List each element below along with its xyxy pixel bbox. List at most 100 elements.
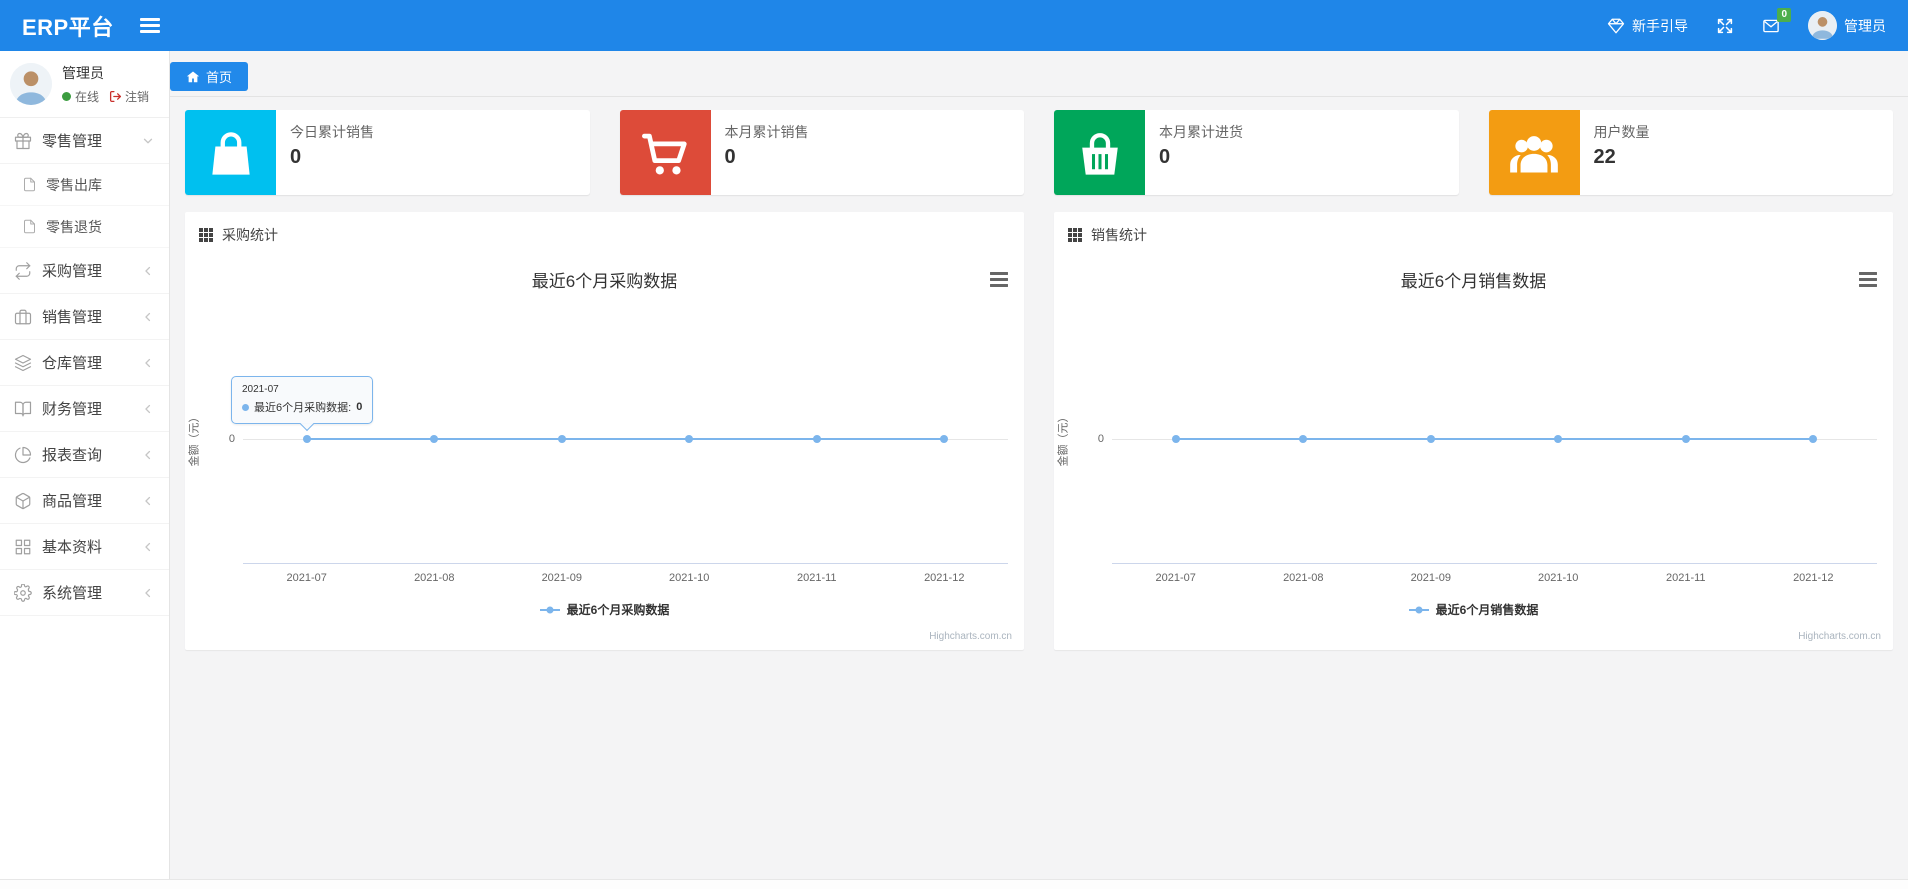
chart-panel-purchase: 采购统计 最近6个月采购数据 金额（元） 0 2021-07 2021-08 2021-09… (185, 212, 1024, 650)
th-grid-icon (1068, 228, 1082, 242)
sidebar-item-retail[interactable]: 零售管理 (0, 118, 169, 164)
data-point-marker[interactable] (1681, 435, 1690, 444)
tab-bar: 首页 (170, 57, 1908, 97)
repeat-icon (14, 261, 32, 280)
sidebar-subitem-retail-out[interactable]: 零售出库 (0, 164, 169, 206)
data-point-marker[interactable] (1809, 435, 1818, 444)
x-axis-label: 2021-10 (1538, 572, 1579, 584)
plot-area: 金额（元） 0 2021-07 2021-08 2021-09 2021-10 2021-1… (1058, 305, 1877, 584)
sidebar-item-label: 财务管理 (42, 401, 103, 418)
main-content: 首页 今日累计销售 0 本月累计销售 0 本月累计进货 0 用户数量 22 采购统计最近6个月… (170, 51, 1908, 889)
app-logo: ERP平台 (22, 14, 114, 40)
sidebar-item-finance[interactable]: 财务管理 (0, 386, 169, 432)
chart-context-menu-button[interactable] (988, 267, 1010, 292)
line-chart: 最近6个月采购数据 金额（元） 0 2021-07 2021-08 2021-09 2021… (185, 253, 1024, 650)
sidebar-item-label: 零售管理 (42, 133, 103, 150)
chart-watermark[interactable]: Highcharts.com.cn (929, 631, 1012, 642)
guide-button[interactable]: 新手引导 (1607, 16, 1688, 36)
layers-icon (14, 354, 32, 372)
chevron-left-icon (141, 264, 155, 278)
briefcase-icon (14, 308, 32, 326)
sidebar-subitem-label: 零售退货 (46, 218, 102, 235)
data-point-marker[interactable] (1554, 435, 1563, 444)
chart-title: 最近6个月采购数据 (531, 272, 678, 291)
sidebar-item-purchase[interactable]: 采购管理 (0, 248, 169, 294)
user-menu[interactable]: 管理员 (1808, 11, 1886, 40)
stat-label: 本月累计进货 (1159, 124, 1243, 140)
stat-value: 0 (290, 146, 302, 168)
x-axis-label: 2021-11 (1665, 572, 1706, 584)
sidebar-toggle-icon[interactable] (139, 18, 160, 33)
plot-area: 金额（元） 0 2021-07 2021-08 2021-09 2021-10 2021-1… (189, 305, 1008, 584)
stat-card: 本月累计进货 0 (1054, 110, 1459, 195)
sidebar-item-goods[interactable]: 商品管理 (0, 478, 169, 524)
chart-watermark[interactable]: Highcharts.com.cn (1798, 631, 1881, 642)
shopping-basket-icon (1054, 110, 1145, 195)
panel-title: 采购统计 (222, 227, 278, 243)
stat-label: 用户数量 (1593, 124, 1650, 140)
messages-button[interactable]: 0 (1762, 7, 1791, 35)
chevron-left-icon (141, 586, 155, 600)
stat-card: 用户数量 22 (1488, 110, 1893, 195)
y-axis-title: 金额（元） (188, 411, 201, 467)
data-point-marker[interactable] (1171, 435, 1180, 444)
stat-label: 本月累计销售 (724, 124, 809, 140)
avatar (10, 63, 52, 105)
sidebar-item-warehouse[interactable]: 仓库管理 (0, 340, 169, 386)
grid-icon (14, 538, 32, 556)
stat-value: 0 (1159, 146, 1171, 168)
fullscreen-icon (1716, 17, 1734, 35)
shopping-cart-icon (619, 110, 711, 195)
sidebar-item-label: 系统管理 (42, 585, 103, 602)
sidebar-item-report[interactable]: 报表查询 (0, 432, 169, 478)
online-status-icon (62, 92, 71, 101)
legend-item[interactable]: 最近6个月销售数据 (1054, 601, 1893, 618)
sidebar-item-sales[interactable]: 销售管理 (0, 294, 169, 340)
stat-text: 今日累计销售 0 (276, 110, 388, 195)
data-point-marker[interactable] (430, 435, 439, 444)
line-chart: 最近6个月销售数据金额（元） 0 2021-07 2021-08 2021-09 2021… (1054, 253, 1893, 650)
chevron-left-icon (141, 494, 155, 508)
tab-home[interactable]: 首页 (170, 62, 249, 91)
tooltip-header: 2021-07 (242, 384, 279, 396)
x-axis-label: 2021-09 (541, 572, 582, 584)
data-point-marker[interactable] (1299, 435, 1308, 444)
guide-label: 新手引导 (1632, 17, 1688, 34)
data-point-marker[interactable] (1426, 435, 1435, 444)
gift-icon (14, 132, 32, 150)
sidebar-item-label: 基本资料 (42, 539, 103, 556)
data-point-marker[interactable] (812, 435, 821, 444)
sidebar-item-label: 销售管理 (42, 309, 103, 326)
logout-button[interactable]: 注销 (109, 88, 149, 105)
shopping-bag-icon (185, 110, 276, 195)
x-axis-label: 2021-12 (924, 572, 965, 584)
logout-icon (109, 90, 122, 103)
x-axis-label: 2021-11 (796, 572, 837, 584)
x-axis-label: 2021-08 (414, 572, 455, 584)
main-layout: 管理员 在线 注销 零售管理 零售出库 零售退货 采购管理 销售管理 仓库管理 财务管理 报表… (0, 51, 1908, 889)
sidebar-item-label: 商品管理 (42, 493, 103, 510)
sidebar-item-system[interactable]: 系统管理 (0, 570, 169, 616)
home-icon (186, 70, 200, 84)
sidebar-subitem-retail-return[interactable]: 零售退货 (0, 206, 169, 248)
stat-card: 今日累计销售 0 (185, 110, 590, 195)
fullscreen-button[interactable] (1716, 17, 1734, 35)
sidebar-user-name: 管理员 (62, 65, 104, 81)
chart-title: 最近6个月销售数据 (1400, 272, 1547, 291)
chart-panel-sales: 销售统计 最近6个月销售数据 金额（元） 0 2021-07 2021-08 2021-09… (1054, 212, 1893, 650)
sidebar-item-basic[interactable]: 基本资料 (0, 524, 169, 570)
legend-item[interactable]: 最近6个月采购数据 (185, 601, 1024, 618)
data-point-marker[interactable] (940, 435, 949, 444)
chart-context-menu-button[interactable] (1857, 267, 1879, 292)
book-icon (14, 400, 32, 418)
logout-label: 注销 (125, 90, 150, 104)
legend-marker-icon (539, 608, 560, 611)
footer (0, 879, 1908, 889)
navbar-right: 新手引导 0 管理员 (1607, 7, 1886, 40)
pie-chart-icon (14, 446, 32, 464)
legend-label: 最近6个月采购数据 (566, 603, 670, 617)
data-point-marker[interactable] (302, 435, 311, 444)
data-point-marker[interactable] (685, 435, 694, 444)
data-point-marker[interactable] (557, 435, 566, 444)
series-dot-icon (242, 403, 249, 411)
